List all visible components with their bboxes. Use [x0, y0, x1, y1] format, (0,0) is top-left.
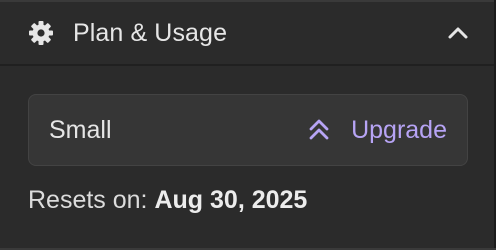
gear-icon	[28, 20, 54, 46]
plan-name: Small	[49, 115, 112, 144]
section-title: Plan & Usage	[73, 18, 228, 47]
upgrade-button[interactable]: Upgrade	[307, 116, 447, 145]
upgrade-label: Upgrade	[351, 115, 447, 144]
chevron-up-icon[interactable]	[446, 21, 470, 45]
plan-usage-header[interactable]: Plan & Usage	[0, 2, 494, 64]
resets-date: Aug 30, 2025	[154, 186, 308, 214]
double-chevron-up-icon	[307, 118, 331, 142]
plan-card: Small Upgrade	[28, 94, 468, 166]
resets-info: Resets on: Aug 30, 2025	[28, 186, 307, 215]
resets-label: Resets on:	[28, 186, 148, 214]
plan-usage-panel: Plan & Usage Small Upgrade Resets on: Au…	[0, 0, 496, 250]
header-divider	[0, 64, 494, 66]
